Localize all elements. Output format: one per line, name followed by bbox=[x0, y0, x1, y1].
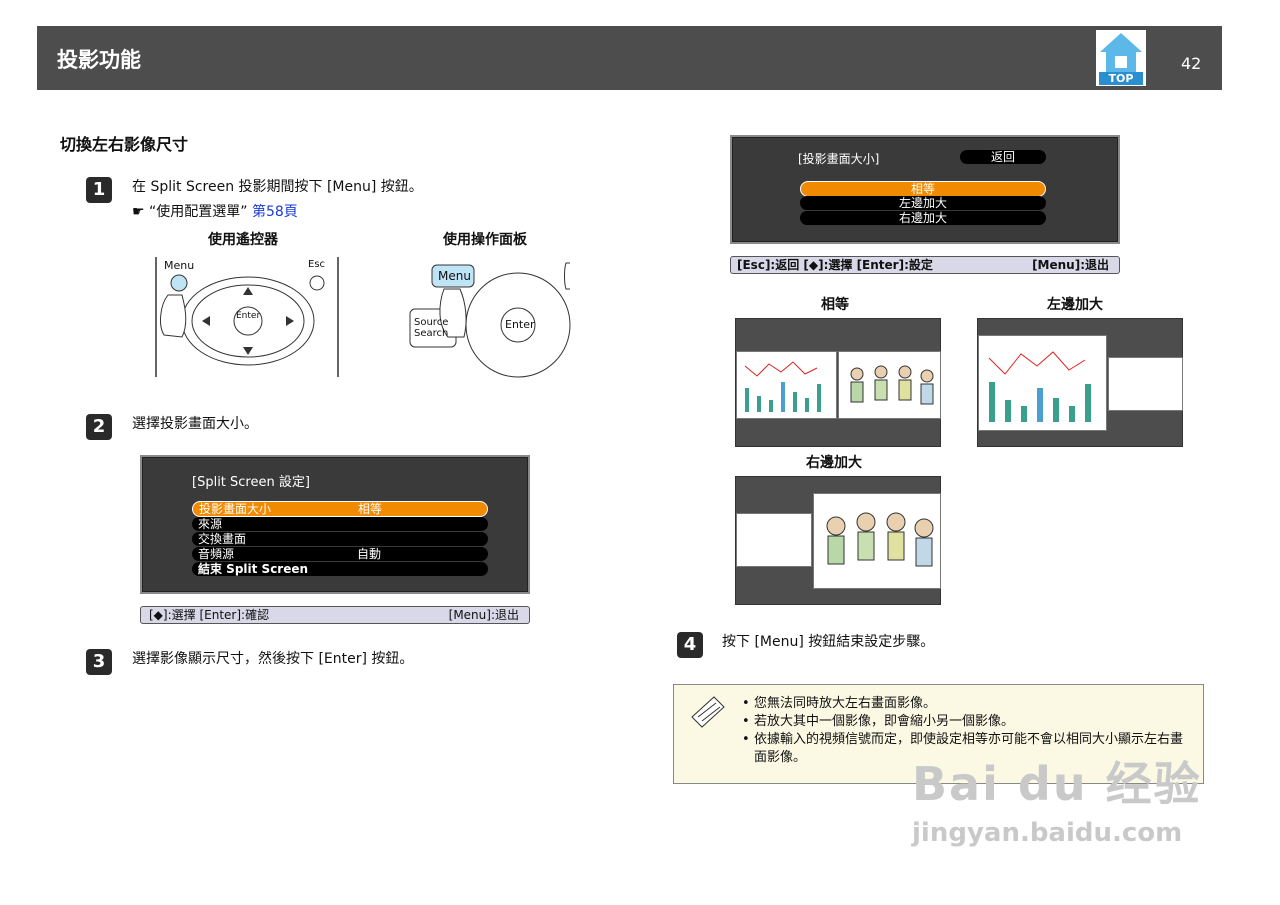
panel-illustration: Menu Source Search Enter bbox=[408, 255, 578, 380]
layout-right-thumbnail bbox=[735, 476, 941, 605]
step-1-reference: ☛ “使用配置選單” 第58頁 bbox=[132, 201, 298, 221]
panel-source-label: Source Search bbox=[414, 317, 449, 339]
layout-equal-thumbnail bbox=[735, 318, 941, 447]
step-4-number: 4 bbox=[677, 632, 703, 658]
remote-illustration: Menu Esc Enter bbox=[150, 255, 350, 380]
osd1-title: [Split Screen 設定] bbox=[192, 475, 310, 490]
osd2-back-button[interactable]: 返回 bbox=[960, 150, 1046, 164]
osd2-title: [投影畫面大小] bbox=[798, 152, 880, 166]
layout-left-thumbnail bbox=[977, 318, 1183, 447]
screen-size-osd: [投影畫面大小] 返回 相等 左邊加大 右邊加大 bbox=[730, 135, 1120, 244]
layout-right-caption: 右邊加大 bbox=[806, 455, 862, 471]
layout-left-caption: 左邊加大 bbox=[1047, 297, 1103, 313]
step-4-text: 按下 [Menu] 按鈕結束設定步驟。 bbox=[722, 634, 935, 650]
osd2-option-right[interactable]: 右邊加大 bbox=[800, 211, 1046, 225]
watermark-logo: Bai du 经验 bbox=[912, 757, 1202, 811]
page-title: 投影功能 bbox=[57, 48, 141, 72]
osd1-help-bar: [◆]:選擇 [Enter]:確認 [Menu]:退出 bbox=[140, 606, 530, 624]
watermark-url: jingyan.baidu.com bbox=[912, 818, 1183, 848]
note-icon bbox=[691, 696, 725, 728]
osd1-row-audio[interactable]: 音頻源 自動 bbox=[192, 547, 488, 561]
remote-caption: 使用遙控器 bbox=[208, 232, 278, 248]
panel-enter-label: Enter bbox=[505, 318, 535, 331]
osd1-row-exit[interactable]: 結束 Split Screen bbox=[192, 562, 488, 576]
note-item: 您無法同時放大左右畫面影像。 bbox=[742, 695, 1203, 713]
remote-enter-label: Enter bbox=[236, 311, 261, 321]
osd2-option-equal[interactable]: 相等 bbox=[800, 181, 1046, 197]
meeting-image-small bbox=[1108, 357, 1183, 411]
split-screen-settings-osd: [Split Screen 設定] 投影畫面大小 相等 來源 交換畫面 音頻源 … bbox=[140, 455, 530, 594]
pointer-icon: ☛ bbox=[132, 204, 145, 220]
osd2-help-bar: [Esc]:返回 [◆]:選擇 [Enter]:設定 [Menu]:退出 bbox=[730, 256, 1120, 274]
osd1-row-screen-size[interactable]: 投影畫面大小 相等 bbox=[192, 501, 488, 517]
step-3-number: 3 bbox=[86, 649, 112, 675]
page-link[interactable]: 第58頁 bbox=[252, 204, 298, 220]
panel-caption: 使用操作面板 bbox=[443, 232, 527, 248]
meeting-image bbox=[838, 351, 941, 419]
step-1-text: 在 Split Screen 投影期間按下 [Menu] 按鈕。 bbox=[132, 179, 423, 195]
osd1-row-swap[interactable]: 交換畫面 bbox=[192, 532, 488, 546]
remote-menu-label: Menu bbox=[164, 259, 195, 272]
chart-image-small bbox=[736, 513, 812, 567]
step-2-number: 2 bbox=[86, 414, 112, 440]
meeting-image-large bbox=[813, 493, 941, 589]
chart-image bbox=[736, 351, 837, 419]
remote-esc-label: Esc bbox=[308, 259, 326, 270]
top-button[interactable]: TOP bbox=[1096, 30, 1146, 86]
top-label: TOP bbox=[1108, 72, 1134, 85]
note-item: 若放大其中一個影像，即會縮小另一個影像。 bbox=[742, 713, 1203, 731]
step-1-number: 1 bbox=[86, 177, 112, 203]
osd1-row-source[interactable]: 來源 bbox=[192, 517, 488, 531]
reference-text: “使用配置選單” bbox=[149, 204, 248, 220]
section-title: 切換左右影像尺寸 bbox=[60, 135, 189, 154]
step-2-text: 選擇投影畫面大小。 bbox=[132, 416, 258, 432]
chart-image-large bbox=[978, 335, 1107, 431]
page-number: 42 bbox=[1181, 54, 1202, 73]
step-3-text: 選擇影像顯示尺寸，然後按下 [Enter] 按鈕。 bbox=[132, 651, 414, 667]
page-header: 投影功能 bbox=[37, 26, 1222, 90]
osd2-option-left[interactable]: 左邊加大 bbox=[800, 196, 1046, 210]
panel-menu-label: Menu bbox=[438, 269, 471, 283]
layout-equal-caption: 相等 bbox=[821, 297, 849, 313]
